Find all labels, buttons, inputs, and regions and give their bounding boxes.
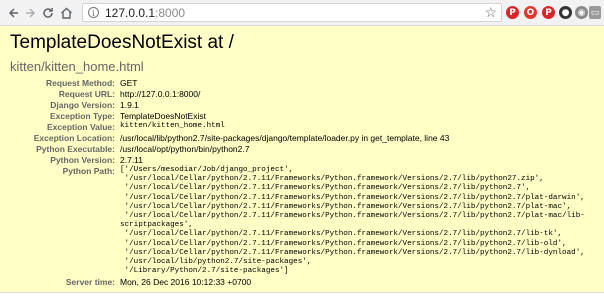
meta-key: Exception Value: (46, 122, 115, 132)
meta-key: Exception Location: (33, 133, 115, 143)
camera-ext-icon[interactable]: ◉ (575, 6, 588, 19)
url-text[interactable]: 127.0.0.1:8000 (105, 6, 185, 20)
page-bottom-edge (0, 292, 604, 301)
meta-key: Python Executable: (36, 144, 115, 154)
home-icon[interactable] (58, 4, 74, 21)
error-page: TemplateDoesNotExist at / kitten/kitten_… (0, 26, 604, 301)
back-icon[interactable] (6, 4, 22, 21)
url-host: 127.0.0.1 (105, 6, 156, 20)
url-port: :8000 (155, 6, 186, 20)
bookmark-star-icon[interactable]: ☆ (484, 4, 497, 21)
meta-value: GET (120, 78, 138, 88)
meta-key: Request URL: (58, 89, 115, 99)
meta-value: 1.9.1 (120, 100, 139, 110)
meta-value: 2.7.11 (120, 155, 144, 165)
meta-key: Python Version: (50, 155, 115, 165)
opera-ext-icon[interactable]: O (524, 6, 537, 19)
meta-key: Request Method: (46, 78, 115, 88)
meta-value: /usr/local/lib/python2.7/site-packages/d… (120, 133, 450, 143)
python-path-value: ['/Users/mesodiar/Job/django_project', '… (120, 166, 585, 276)
meta-value: http://127.0.0.1:8000/ (120, 89, 201, 99)
page-title: TemplateDoesNotExist at / (10, 32, 234, 53)
ghost-ext-icon[interactable]: ● (559, 6, 572, 19)
meta-value: kitten/kitten_home.html (120, 122, 225, 130)
browser-toolbar: i 127.0.0.1:8000 ☆ P O P ● ◉ ▭ (0, 0, 604, 26)
info-icon[interactable]: i (88, 7, 99, 18)
meta-key: Django Version: (50, 100, 115, 110)
meta-value: TemplateDoesNotExist (120, 111, 206, 121)
meta-key: Server time: (65, 277, 115, 287)
meta-value: Mon, 26 Dec 2016 10:12:33 +0700 (120, 277, 252, 287)
forward-icon[interactable] (22, 4, 38, 21)
reload-icon[interactable] (40, 4, 56, 21)
exception-subtitle: kitten/kitten_home.html (10, 59, 144, 74)
tab-ext-icon[interactable]: ▭ (589, 6, 601, 19)
meta-value: /usr/local/opt/python/bin/python2.7 (120, 144, 250, 154)
pinterest-ext-icon[interactable]: P (506, 6, 519, 19)
pinterest-ext-2-icon[interactable]: P (542, 6, 555, 19)
meta-key: Exception Type: (49, 111, 115, 121)
meta-key: Python Path: (62, 166, 115, 176)
address-bar[interactable]: i 127.0.0.1:8000 ☆ (82, 3, 502, 22)
